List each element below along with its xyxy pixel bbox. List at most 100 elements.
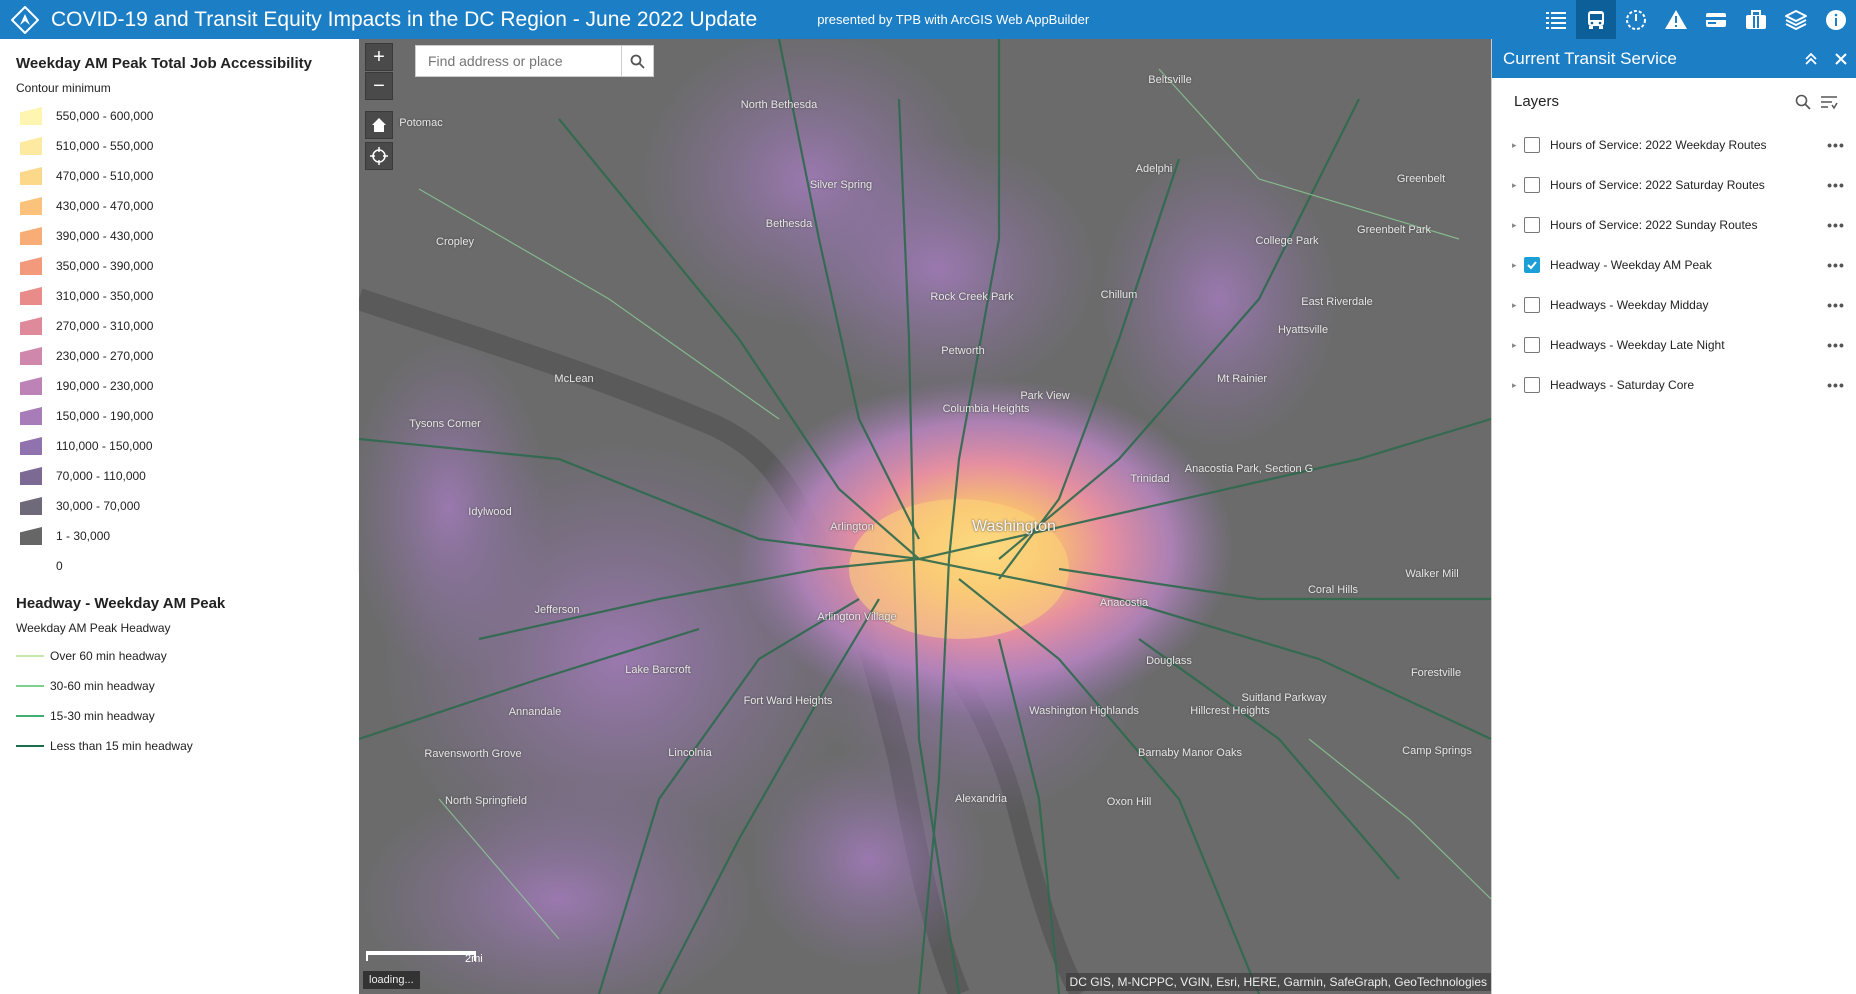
- layer-visibility-checkbox[interactable]: [1524, 177, 1540, 193]
- map-place-label: Greenbelt: [1396, 173, 1446, 185]
- info-icon[interactable]: [1816, 0, 1856, 39]
- map-place-label: Petworth: [941, 345, 985, 357]
- expand-caret-icon[interactable]: ▸: [1512, 220, 1522, 231]
- legend-list-icon[interactable]: [1536, 0, 1576, 39]
- layer-visibility-checkbox[interactable]: [1524, 377, 1540, 393]
- layer-item[interactable]: ▸ Hours of Service: 2022 Sunday Routes •••: [1492, 205, 1856, 245]
- map-place-label: Mt Rainier: [1216, 373, 1268, 385]
- legend-class-row: 110,000 - 150,000: [16, 431, 359, 461]
- legend-class-label: 510,000 - 550,000: [56, 139, 154, 153]
- panel-close-button[interactable]: [1826, 39, 1856, 78]
- legend-class-row: 70,000 - 110,000: [16, 461, 359, 491]
- map-place-label: Arlington: [830, 521, 874, 533]
- layers-icon[interactable]: [1776, 0, 1816, 39]
- map-place-label: Greenbelt Park: [1357, 224, 1431, 236]
- layer-visibility-checkbox[interactable]: [1524, 217, 1540, 233]
- map-place-label: Tysons Corner: [409, 418, 481, 430]
- legend-swatch: [20, 107, 42, 125]
- panel-collapse-button[interactable]: [1796, 39, 1826, 78]
- layer-visibility-checkbox[interactable]: [1524, 297, 1540, 313]
- legend-class-row: 1 - 30,000: [16, 521, 359, 551]
- map-place-label: Anacostia Park, Section G: [1184, 463, 1314, 475]
- legend-class-label: 30,000 - 70,000: [56, 499, 141, 513]
- layer-label: Headways - Weekday Midday: [1550, 298, 1709, 312]
- legend-swatch: [20, 197, 42, 215]
- search-input[interactable]: [416, 46, 621, 76]
- warning-icon[interactable]: [1656, 0, 1696, 39]
- legend-class-label: 0: [56, 559, 63, 573]
- legend-class-label: 310,000 - 350,000: [56, 289, 154, 303]
- map-place-label: Lake Barcroft: [625, 664, 691, 676]
- map-place-label: Forestville: [1410, 667, 1462, 679]
- legend-swatch: [20, 347, 42, 365]
- layer-item[interactable]: ▸ Headways - Saturday Core •••: [1492, 365, 1856, 405]
- layer-search-button[interactable]: [1790, 89, 1816, 115]
- legend-swatch: [20, 467, 42, 485]
- legend-class-row: 390,000 - 430,000: [16, 221, 359, 251]
- legend-class-label: 550,000 - 600,000: [56, 109, 154, 123]
- expand-caret-icon[interactable]: ▸: [1512, 380, 1522, 391]
- expand-caret-icon[interactable]: ▸: [1512, 180, 1522, 191]
- layer-item[interactable]: ▸ Headways - Weekday Late Night •••: [1492, 325, 1856, 365]
- layer-item[interactable]: ▸ Hours of Service: 2022 Saturday Routes •…: [1492, 165, 1856, 205]
- layer-visibility-checkbox[interactable]: [1524, 337, 1540, 353]
- layer-more-options-button[interactable]: •••: [1816, 217, 1856, 233]
- bus-icon[interactable]: [1576, 0, 1616, 39]
- legend-class-row: 150,000 - 190,000: [16, 401, 359, 431]
- layer-item[interactable]: ▸ Headways - Weekday Midday •••: [1492, 285, 1856, 325]
- map-place-label: Fort Ward Heights: [743, 695, 833, 707]
- layer-item[interactable]: ▸ Hours of Service: 2022 Weekday Routes ••…: [1492, 125, 1856, 165]
- map-basemap: [359, 39, 1491, 994]
- briefcase-icon[interactable]: [1736, 0, 1776, 39]
- map-attribution: DC GIS, M-NCPPC, VGIN, Esri, HERE, Garmi…: [1065, 973, 1491, 991]
- layer-label: Hours of Service: 2022 Saturday Routes: [1550, 178, 1765, 192]
- legend-class-row: 510,000 - 550,000: [16, 131, 359, 161]
- legend-class-row: 350,000 - 390,000: [16, 251, 359, 281]
- expand-caret-icon[interactable]: ▸: [1512, 340, 1522, 351]
- locate-button[interactable]: [365, 142, 393, 170]
- map-place-label: Douglass: [1146, 655, 1192, 667]
- legend-swatch: [20, 137, 42, 155]
- layer-item[interactable]: ▸ Headway - Weekday AM Peak •••: [1492, 245, 1856, 285]
- zoom-out-button[interactable]: −: [365, 72, 393, 100]
- layer-visibility-checkbox[interactable]: [1524, 137, 1540, 153]
- layer-more-options-button[interactable]: •••: [1816, 297, 1856, 313]
- legend-class-row: 30,000 - 70,000: [16, 491, 359, 521]
- legend-swatch: [20, 377, 42, 395]
- app-root: COVID-19 and Transit Equity Impacts in t…: [0, 0, 1856, 994]
- headway-class-label: 15-30 min headway: [50, 709, 155, 723]
- headway-class-row: 15-30 min headway: [16, 701, 359, 731]
- layer-more-options-button[interactable]: •••: [1816, 137, 1856, 153]
- expand-caret-icon[interactable]: ▸: [1512, 300, 1522, 311]
- search-button[interactable]: [621, 46, 653, 76]
- card-icon[interactable]: [1696, 0, 1736, 39]
- layer-list: ▸ Hours of Service: 2022 Weekday Routes ••…: [1492, 125, 1856, 405]
- zoom-in-button[interactable]: +: [365, 43, 393, 71]
- home-button[interactable]: [365, 111, 393, 139]
- expand-caret-icon[interactable]: ▸: [1512, 140, 1522, 151]
- headway-class-label: Less than 15 min headway: [50, 739, 193, 753]
- legend-swatch: [20, 287, 42, 305]
- headway-legend-title: Headway - Weekday AM Peak: [16, 595, 226, 612]
- legend-class-row: 470,000 - 510,000: [16, 161, 359, 191]
- dashed-circle-icon[interactable]: [1616, 0, 1656, 39]
- layer-more-options-button[interactable]: •••: [1816, 177, 1856, 193]
- legend-swatch: [20, 227, 42, 245]
- legend-class-label: 110,000 - 150,000: [56, 439, 153, 453]
- layer-more-options-button[interactable]: •••: [1816, 337, 1856, 353]
- map-place-label: Bethesda: [765, 218, 813, 230]
- headway-class-label: Over 60 min headway: [50, 649, 167, 663]
- layer-options-button[interactable]: [1816, 89, 1842, 115]
- map-place-label: Hyattsville: [1277, 324, 1329, 336]
- expand-caret-icon[interactable]: ▸: [1512, 260, 1522, 271]
- legend-panel: Weekday AM Peak Total Job Accessibility …: [0, 39, 359, 994]
- map-place-label: Adelphi: [1135, 163, 1173, 175]
- legend-class-row: 230,000 - 270,000: [16, 341, 359, 371]
- headway-class-label: 30-60 min headway: [50, 679, 155, 693]
- legend-swatch: [20, 527, 42, 545]
- checkmark-icon: [1527, 261, 1537, 270]
- map-view[interactable]: + − Beltsville Potomac North Bethesda Adelp…: [359, 39, 1491, 994]
- layer-more-options-button[interactable]: •••: [1816, 377, 1856, 393]
- layer-visibility-checkbox[interactable]: [1524, 257, 1540, 273]
- layer-more-options-button[interactable]: •••: [1816, 257, 1856, 273]
